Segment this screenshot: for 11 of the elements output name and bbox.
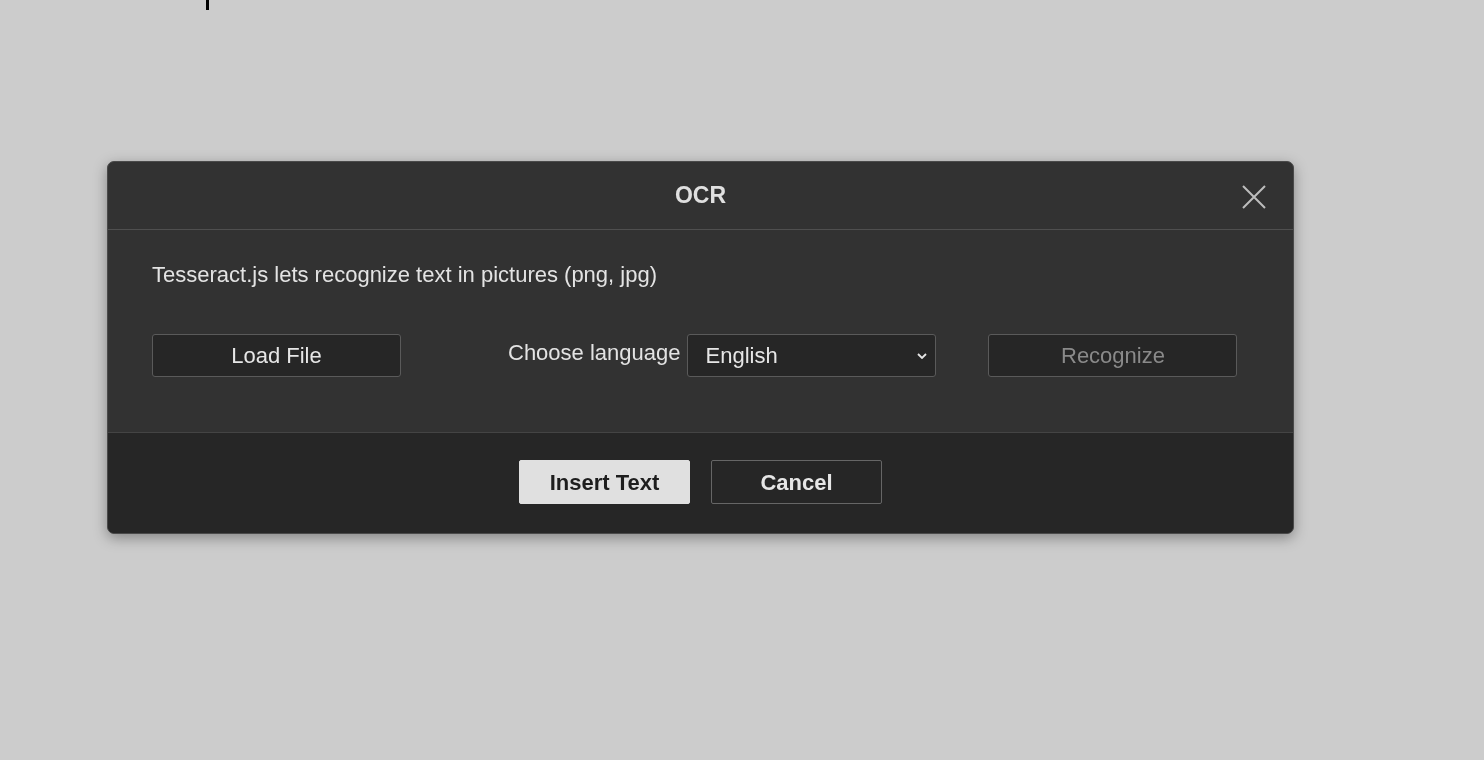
dialog-button[interactable]: Insert Text [519,460,690,504]
dialog-title: OCR [674,181,727,211]
dialog-button[interactable]: Cancel [711,460,882,504]
close-icon [1241,184,1267,210]
action-button[interactable]: Load File [152,334,401,377]
description-text: Tesseract.js lets recognize text in pictures (png, jpg) [152,262,658,288]
chevron-down-icon [917,352,928,359]
close-button[interactable] [1241,184,1267,210]
text-cursor-icon [206,0,209,10]
language-select[interactable]: English [687,334,937,377]
language-label: Choose language [508,339,681,367]
